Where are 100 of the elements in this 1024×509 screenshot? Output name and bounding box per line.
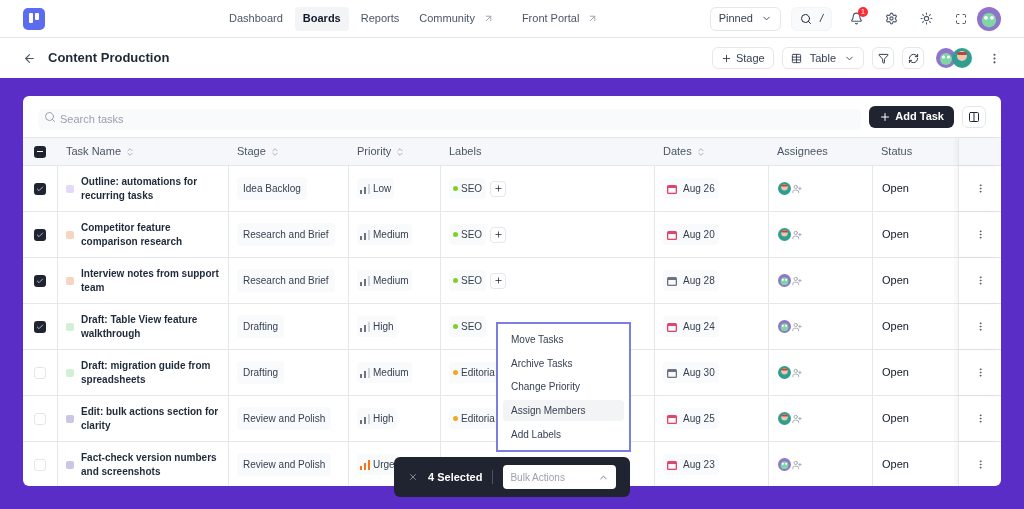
- plus-icon: [720, 52, 732, 64]
- signal-bars-icon: [360, 183, 370, 194]
- task-name[interactable]: Draft: migration guide from spreadsheets: [81, 358, 224, 387]
- columns-icon: [968, 110, 980, 123]
- stage-tag: Review and Polish: [237, 407, 332, 430]
- row-checkbox[interactable]: [34, 458, 46, 471]
- close-icon[interactable]: [408, 472, 418, 482]
- add-label-button[interactable]: [490, 226, 507, 243]
- row-checkbox[interactable]: [34, 182, 46, 195]
- assignee-avatar: [778, 366, 791, 379]
- plus-icon: [493, 230, 503, 239]
- view-dropdown[interactable]: Table: [781, 47, 864, 69]
- check-icon: [36, 276, 44, 285]
- nav-tab[interactable]: Community: [411, 6, 502, 31]
- pinned-dropdown[interactable]: Pinned: [709, 6, 781, 31]
- select-all-checkbox[interactable]: [34, 145, 46, 158]
- priority-tag: High: [357, 316, 397, 337]
- shortcut-key: /: [819, 10, 823, 27]
- task-name[interactable]: Edit: bulk actions section for clarity: [81, 404, 224, 433]
- assignee-avatar: [778, 228, 791, 241]
- back-icon[interactable]: [23, 51, 36, 65]
- column-header[interactable]: Stage: [237, 143, 266, 160]
- date-tag[interactable]: Aug 28: [663, 270, 719, 291]
- signal-bars-icon: [360, 367, 370, 378]
- date-tag[interactable]: Aug 26: [663, 178, 719, 199]
- add-assignee-icon[interactable]: [792, 459, 802, 470]
- column-header[interactable]: Dates: [663, 143, 692, 160]
- add-assignee-icon[interactable]: [792, 275, 802, 286]
- add-label-button[interactable]: [490, 272, 507, 289]
- add-assignee-icon[interactable]: [792, 321, 802, 332]
- row-checkbox[interactable]: [34, 412, 46, 425]
- row-checkbox[interactable]: [34, 320, 46, 333]
- notification-icon[interactable]: [850, 12, 863, 25]
- stage-tag: Drafting: [237, 315, 284, 338]
- menu-item[interactable]: Archive Tasks: [503, 352, 624, 375]
- add-assignee-icon[interactable]: [792, 183, 802, 194]
- row-checkbox[interactable]: [34, 366, 46, 379]
- status-text: Open: [882, 411, 909, 427]
- column-header[interactable]: Priority: [357, 143, 392, 160]
- refresh-icon: [907, 52, 919, 64]
- label-tag: Editoria: [449, 408, 499, 429]
- add-task-button[interactable]: Add Task: [869, 105, 954, 128]
- task-name[interactable]: Interview notes from support team: [81, 266, 224, 295]
- filter-icon: [877, 52, 889, 64]
- date-tag[interactable]: Aug 25: [663, 408, 719, 429]
- label-tag: SEO: [449, 316, 487, 337]
- nav-tab[interactable]: Boards: [294, 6, 349, 31]
- label-tag: SEO: [449, 224, 487, 245]
- column-header[interactable]: Task Name: [66, 143, 122, 160]
- add-assignee-icon[interactable]: [792, 229, 802, 240]
- columns-button[interactable]: [962, 105, 986, 128]
- signal-bars-icon: [360, 229, 370, 240]
- plus-icon: [493, 276, 503, 285]
- task-name[interactable]: Draft: Table View feature walkthrough: [81, 312, 224, 341]
- date-tag[interactable]: Aug 20: [663, 224, 719, 245]
- task-name[interactable]: Fact-check version numbers and screenshots: [81, 450, 224, 479]
- column-header: Labels: [449, 144, 482, 160]
- menu-item[interactable]: Add Labels: [503, 423, 624, 445]
- stage-tag: Research and Brief: [237, 269, 335, 292]
- table-icon: [790, 52, 802, 64]
- search-button[interactable]: /: [790, 6, 832, 31]
- plus-icon: [879, 110, 892, 123]
- priority-tag: Medium: [357, 224, 412, 245]
- row-checkbox[interactable]: [34, 274, 46, 287]
- date-tag[interactable]: Aug 30: [663, 362, 719, 383]
- fullscreen-icon[interactable]: [955, 12, 967, 25]
- sun-icon[interactable]: [920, 12, 933, 25]
- task-name[interactable]: Outline: automations for recurring tasks: [81, 174, 224, 203]
- menu-item[interactable]: Assign Members: [503, 399, 624, 422]
- nav-tab[interactable]: Reports: [352, 6, 408, 31]
- task-name[interactable]: Competitor feature comparison research: [81, 220, 224, 249]
- stage-tag: Review and Polish: [237, 453, 332, 476]
- check-icon: [36, 230, 44, 239]
- menu-item[interactable]: Change Priority: [503, 376, 624, 398]
- settings-icon[interactable]: [885, 12, 898, 25]
- date-tag[interactable]: Aug 24: [663, 316, 719, 337]
- column-header: Status: [881, 144, 913, 160]
- column-header: Assignees: [777, 144, 828, 160]
- nav-tab[interactable]: Front Portal: [513, 6, 607, 31]
- app-logo[interactable]: [23, 7, 45, 30]
- priority-tag: Medium: [357, 362, 412, 383]
- plus-icon: [493, 184, 503, 193]
- menu-item[interactable]: Move Tasks: [503, 329, 624, 351]
- add-assignee-icon[interactable]: [792, 367, 802, 378]
- filter-button[interactable]: [872, 47, 894, 69]
- add-label-button[interactable]: [490, 180, 507, 197]
- status-text: Open: [882, 457, 909, 473]
- label-tag: Editoria: [449, 362, 499, 383]
- date-tag[interactable]: Aug 23: [663, 454, 719, 475]
- row-checkbox[interactable]: [34, 228, 46, 241]
- stage-tag: Drafting: [237, 361, 284, 384]
- label-tag: SEO: [449, 270, 487, 291]
- add-assignee-icon[interactable]: [792, 413, 802, 424]
- assignee-avatar: [778, 412, 791, 425]
- search-field[interactable]: Search tasks: [38, 108, 862, 130]
- refresh-button[interactable]: [902, 47, 924, 69]
- label-tag: SEO: [449, 178, 487, 199]
- nav-tab[interactable]: Dashboard: [221, 6, 291, 31]
- add-stage-button[interactable]: Stage: [711, 47, 774, 69]
- status-text: Open: [882, 227, 909, 243]
